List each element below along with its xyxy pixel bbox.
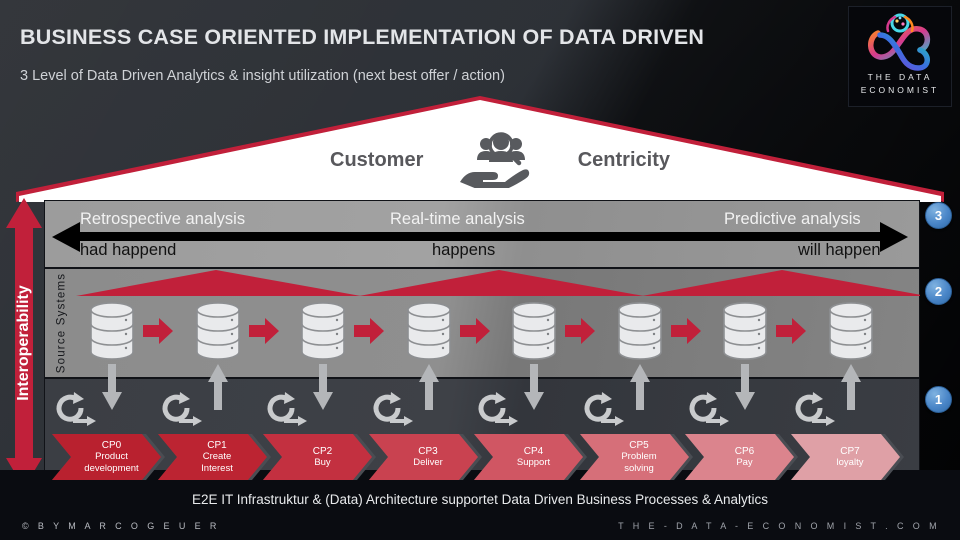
badge-level-1[interactable]: 1 — [925, 386, 952, 413]
arrow-right-icon — [776, 318, 806, 344]
arrow-up-down-icon — [207, 364, 228, 410]
timeline-axis — [72, 232, 892, 241]
timeline-arrow-left-icon — [52, 222, 80, 252]
arrow-up-down-icon — [840, 364, 861, 410]
badge-level-3[interactable]: 3 — [925, 202, 952, 229]
interoperability-arrow: Interoperability — [4, 198, 44, 488]
chevron-text: CP7 loyalty — [791, 434, 904, 480]
journey-chevron-cp5[interactable]: CP5 Problem solving — [579, 434, 693, 480]
neural-infinity-icon — [868, 13, 931, 71]
arrow-right-icon — [354, 318, 384, 344]
chevron-code: CP7 — [840, 445, 860, 457]
database-icon — [300, 300, 346, 362]
hand-holding-people-magnifier-icon — [459, 132, 529, 188]
refresh-cycle-icon — [792, 392, 836, 426]
will-happen-label: will happen — [798, 241, 881, 259]
slide-canvas: BUSINESS CASE ORIENTED IMPLEMENTATION OF… — [0, 0, 960, 540]
customer-label: Customer — [330, 148, 424, 171]
logo: THE DATA ECONOMIST — [848, 6, 952, 107]
chevron-label-line: Product — [95, 451, 128, 463]
arrow-right-icon — [670, 318, 701, 344]
arrow-up-down-icon — [102, 364, 122, 410]
journey-chevron-cp6[interactable]: CP6 Pay — [685, 434, 798, 480]
chevron-code: CP5 — [629, 439, 649, 451]
refresh-cycle-icon — [264, 392, 308, 426]
chevron-text: CP1 Create Interest — [158, 434, 271, 480]
refresh-cycle-icon — [159, 392, 203, 426]
logo-line-2: ECONOMIST — [860, 85, 940, 95]
interoperability-label: Interoperability — [15, 285, 33, 401]
realtime-analysis-label: Real-time analysis — [390, 210, 525, 228]
arrow-right-icon — [459, 318, 490, 344]
arrow-up-down-icon — [418, 364, 439, 410]
chevron-label-line: solving — [624, 462, 654, 474]
source-systems-label-wrap: Source Systems — [48, 272, 74, 374]
database-icon — [722, 300, 768, 362]
journey-chevron-cp3[interactable]: CP3 Deliver — [368, 434, 482, 480]
website-label: T H E - D A T A - E C O N O M I S T . C … — [618, 521, 940, 531]
refresh-cycle-icon — [370, 392, 414, 426]
footer-caption: E2E IT Infrastruktur & (Data) Architectu… — [192, 492, 768, 507]
predictive-analysis-label: Predictive analysis — [724, 210, 861, 228]
chevron-code: CP6 — [734, 445, 755, 457]
chevron-label-line: development — [84, 462, 139, 474]
journey-chevron-cp4[interactable]: CP4 Support — [474, 434, 587, 480]
arrow-right-icon — [248, 318, 279, 344]
logo-line-1: THE DATA — [867, 72, 933, 82]
chevron-text: CP5 Problem solving — [580, 434, 693, 480]
refresh-cycle-icon — [475, 392, 519, 426]
page-title: BUSINESS CASE ORIENTED IMPLEMENTATION OF… — [20, 25, 705, 49]
had-happend-label: had happend — [80, 241, 177, 259]
chevron-text: CP4 Support — [474, 434, 587, 480]
chevron-code: CP0 — [101, 439, 122, 451]
database-icon — [828, 300, 874, 362]
chevron-label-line: Deliver — [413, 457, 443, 468]
chevron-text: CP0 Product development — [52, 434, 165, 480]
chevron-label-line: Support — [516, 457, 551, 468]
chevron-label-line: Pay — [736, 457, 753, 468]
arrow-right-icon — [143, 318, 173, 344]
database-icon — [617, 300, 663, 362]
journey-chevron-cp2[interactable]: CP2 Buy — [263, 434, 376, 480]
chevron-text: CP3 Deliver — [369, 434, 482, 480]
database-icon — [89, 300, 135, 362]
refresh-cycle-icon — [686, 392, 730, 426]
arrow-up-down-icon — [313, 364, 333, 410]
timeline-arrow-right-icon — [880, 222, 908, 252]
arrow-up-down-icon — [524, 364, 544, 410]
database-icon — [195, 300, 241, 362]
arrow-up-down-icon — [629, 364, 650, 410]
centricity-label: Centricity — [577, 148, 670, 171]
happens-label: happens — [432, 241, 496, 259]
refresh-cycle-icon — [53, 392, 97, 426]
journey-chevron-cp1[interactable]: CP1 Create Interest — [157, 434, 271, 480]
chevron-label-line: Buy — [314, 457, 331, 468]
database-icon — [511, 300, 557, 362]
chevron-label-line: Interest — [201, 462, 233, 474]
page-subtitle: 3 Level of Data Driven Analytics & insig… — [20, 68, 505, 84]
journey-chevron-cp7[interactable]: CP7 loyalty — [790, 434, 904, 480]
interoperability-label-wrap: Interoperability — [4, 198, 44, 488]
credit-label: © B Y M A R C O G E U E R — [22, 521, 220, 531]
chevron-code: CP1 — [207, 439, 227, 451]
journey-chevron-cp0[interactable]: CP0 Product development — [52, 434, 165, 480]
chevron-code: CP2 — [312, 445, 333, 457]
chevron-text: CP6 Pay — [685, 434, 798, 480]
customer-centricity-group: Customer Centricity — [330, 132, 670, 188]
chevron-code: CP3 — [418, 445, 438, 457]
refresh-cycle-icon — [581, 392, 625, 426]
chevron-label-line: Problem — [621, 451, 657, 463]
chevron-code: CP4 — [523, 445, 544, 457]
database-icon — [406, 300, 452, 362]
arrow-up-down-icon — [735, 364, 755, 410]
chevron-label-line: Create — [202, 451, 232, 463]
source-systems-label: Source Systems — [55, 272, 67, 374]
badge-level-2[interactable]: 2 — [925, 278, 952, 305]
chevron-label-line: loyalty — [836, 457, 864, 468]
arrow-right-icon — [565, 318, 595, 344]
chevron-text: CP2 Buy — [263, 434, 376, 480]
red-tents-group — [76, 270, 920, 296]
retrospective-analysis-label: Retrospective analysis — [80, 210, 246, 228]
